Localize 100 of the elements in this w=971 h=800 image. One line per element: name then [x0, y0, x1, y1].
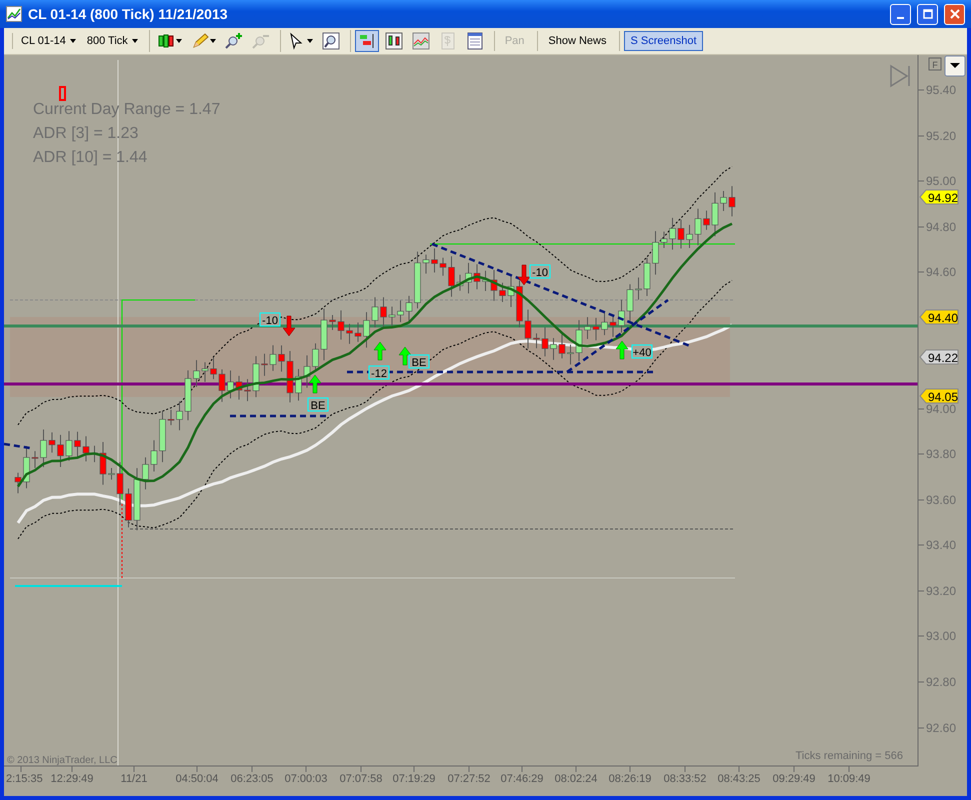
arrow-up-icon: [398, 346, 412, 366]
bars-icon: [358, 32, 376, 50]
minimize-icon: [897, 16, 904, 18]
candle: [720, 190, 727, 212]
toolbar-button[interactable]: S Screenshot: [624, 31, 703, 51]
candle: [159, 410, 166, 463]
close-icon: [950, 9, 960, 19]
candle: [694, 208, 702, 246]
candle: [168, 409, 174, 426]
candle: [397, 300, 404, 323]
candle: [422, 254, 430, 274]
stop-line: [4, 442, 30, 450]
candle: [601, 311, 608, 336]
axis-box: F: [928, 58, 942, 70]
trade-label: -10: [530, 264, 550, 279]
time-tick-label: 10:09:49: [828, 773, 870, 785]
dropdown[interactable]: CL 01-14: [17, 33, 80, 49]
candle: [499, 282, 506, 303]
price-tick-label: 93.00: [926, 629, 956, 643]
line-chart-icon: [412, 32, 430, 50]
candle: [558, 333, 566, 359]
maximize-button[interactable]: [917, 4, 938, 24]
caret-icon: [132, 39, 138, 43]
candle: [329, 314, 336, 330]
candle: [372, 296, 378, 328]
price-tick-label: 95.40: [926, 83, 956, 97]
price-tick-label: 94.60: [926, 265, 956, 279]
candle: [150, 440, 158, 472]
info-text: ADR [10] = 1.44: [33, 149, 148, 166]
price-tick-label: 93.60: [926, 493, 956, 507]
candle: [686, 224, 693, 248]
time-tick-label: 08:33:52: [664, 773, 706, 785]
candle: [354, 322, 362, 342]
candle: [524, 309, 532, 350]
price-tick-label: 92.80: [926, 675, 956, 689]
dollar-icon: [438, 32, 457, 50]
trade-label: BE: [408, 354, 430, 369]
time-tick-label: 04:50:04: [176, 773, 218, 785]
candle: [227, 370, 234, 399]
arrow-up-icon: [374, 342, 386, 360]
candle: [728, 186, 736, 217]
candle: [252, 356, 260, 398]
window-title: CL 01-14 (800 Tick) 11/21/2013: [28, 6, 229, 22]
candle: [508, 275, 514, 308]
candle: [516, 280, 523, 328]
trade-label: +40: [632, 344, 652, 359]
toolbar-button[interactable]: Show News: [542, 31, 612, 51]
price-tick-label: 94.80: [926, 220, 956, 234]
candle: [712, 192, 718, 237]
candle: [295, 368, 302, 402]
time-tick-label: 08:26:19: [608, 773, 652, 785]
candle: [125, 488, 132, 528]
price-tick-label: 93.20: [926, 584, 956, 598]
candle: [66, 430, 72, 462]
candle: [32, 450, 38, 468]
time-tick-label: 06:23:05: [230, 773, 274, 785]
candle: [652, 230, 659, 276]
candle: [406, 295, 412, 324]
candle: [678, 219, 684, 250]
candle: [278, 344, 285, 372]
time-tick-label: 07:27:52: [448, 773, 490, 785]
price-tick-label: 95.00: [926, 174, 956, 188]
candle: [244, 378, 251, 402]
maximize-icon: [922, 9, 932, 19]
candle: [660, 231, 668, 248]
magnifier-icon: [322, 32, 340, 50]
arrow-up-icon: [616, 340, 628, 360]
price-tick-label: 92.60: [926, 721, 956, 735]
candle: [74, 431, 81, 458]
dropdown[interactable]: 800 Tick: [82, 33, 142, 49]
candle: [193, 360, 200, 388]
candle: [57, 434, 64, 468]
time-tick-label: 2:15:35: [6, 773, 43, 785]
toolbar-button[interactable]: [354, 30, 379, 52]
time-tick-label: 07:46:29: [500, 773, 544, 785]
candle: [388, 306, 396, 328]
chart-icon: [6, 6, 22, 22]
candle: [482, 270, 489, 292]
candle: [610, 314, 616, 338]
price-marker: 94.92: [919, 190, 958, 205]
price-tick-label: 94.00: [926, 402, 956, 416]
scroll-to-end-icon: [890, 65, 910, 87]
price-tick-label: 93.40: [926, 538, 956, 552]
candle: [210, 356, 217, 380]
dropdown-button[interactable]: [944, 56, 966, 76]
minimize-button[interactable]: [890, 4, 911, 24]
candle: [465, 262, 472, 294]
candle: [533, 332, 540, 349]
zoom-in-icon: [224, 32, 243, 50]
price-marker: 94.22: [919, 350, 958, 365]
candle: [100, 442, 106, 486]
close-button[interactable]: [944, 4, 965, 24]
candle: [184, 370, 192, 421]
marker-icon: [59, 86, 66, 101]
price-tick-label: 93.80: [926, 447, 956, 461]
candle: [142, 456, 149, 490]
copyright-text: © 2013 NinjaTrader, LLC: [7, 755, 118, 766]
candle: [584, 316, 591, 340]
candlestick-icon: [156, 32, 175, 50]
candle: [270, 344, 276, 372]
